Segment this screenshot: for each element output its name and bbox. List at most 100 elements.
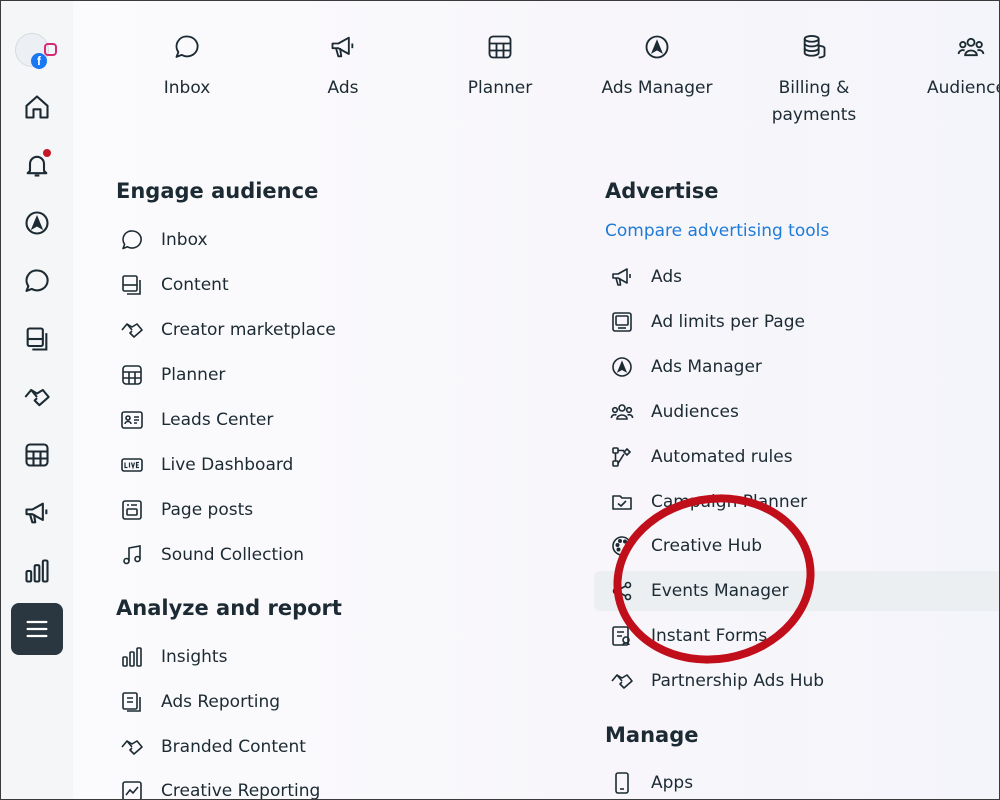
nav-home[interactable] [11, 81, 63, 133]
shortcut-inbox[interactable]: Inbox [122, 33, 252, 102]
handshake-icon [24, 388, 50, 407]
hamburger-menu-icon [26, 620, 48, 638]
contact-card-icon [121, 411, 143, 429]
menu-item-label: Creative Reporting [161, 781, 321, 800]
nav-creator-marketplace[interactable] [11, 371, 63, 423]
nav-insights[interactable] [11, 545, 63, 597]
section-title-manage: Manage [605, 723, 699, 747]
menu-item-campaign-planner[interactable]: Campaign Planner [609, 482, 807, 522]
menu-item-label: Creator marketplace [161, 320, 336, 340]
notification-badge [43, 149, 51, 157]
menu-item-content[interactable]: Content [119, 265, 229, 305]
menu-item-ads-manager[interactable]: Ads Manager [609, 347, 762, 387]
menu-item-ads[interactable]: Ads [609, 257, 682, 297]
shortcut-label: Audience [927, 78, 1000, 98]
menu-item-ad-limits[interactable]: Ad limits per Page [609, 302, 805, 342]
chat-bubble-icon [122, 230, 142, 250]
calendar-grid-icon [122, 365, 142, 385]
shortcut-label: Billing & payments [771, 78, 857, 125]
megaphone-icon [331, 36, 354, 58]
menu-item-label: Planner [161, 365, 226, 385]
menu-item-partnership-ads-hub[interactable]: Partnership Ads Hub [609, 661, 824, 701]
handshake-icon [611, 674, 633, 689]
menu-item-label: Sound Collection [161, 545, 305, 565]
menu-item-label: Instant Forms [651, 626, 768, 646]
menu-item-creative-hub[interactable]: Creative Hub [609, 526, 762, 566]
menu-item-automated-rules[interactable]: Automated rules [609, 437, 793, 477]
shortcut-label: Ads Manager [601, 78, 713, 98]
shortcut-planner[interactable]: Planner [435, 33, 565, 102]
menu-item-inbox[interactable]: Inbox [119, 220, 208, 260]
chat-bubble-icon [175, 35, 199, 58]
shortcut-label: Inbox [163, 78, 211, 98]
compare-advertising-tools-link[interactable]: Compare advertising tools [605, 221, 829, 241]
events-nodes-icon [612, 581, 632, 601]
menu-item-label: Live Dashboard [161, 455, 294, 475]
left-nav-rail: f [1, 1, 73, 799]
post-document-icon [122, 500, 142, 520]
menu-item-branded-content[interactable]: Branded Content [119, 727, 306, 767]
chat-bubble-icon [25, 269, 49, 292]
menu-item-insights[interactable]: Insights [119, 637, 227, 677]
menu-item-creative-reporting[interactable]: Creative Reporting [119, 771, 321, 800]
nav-notifications[interactable] [11, 139, 63, 191]
ads-manager-icon [25, 211, 49, 235]
menu-item-page-posts[interactable]: Page posts [119, 490, 253, 530]
shortcut-ads-manager[interactable]: Ads Manager [592, 33, 722, 102]
megaphone-icon [612, 268, 631, 286]
menu-item-label: Campaign Planner [651, 492, 808, 512]
menu-item-planner[interactable]: Planner [119, 355, 225, 395]
coins-stack-icon [803, 34, 826, 59]
section-title-engage: Engage audience [116, 179, 319, 203]
content-pages-icon [26, 327, 48, 351]
menu-item-sound-collection[interactable]: Sound Collection [119, 535, 304, 575]
shortcut-ads[interactable]: Ads [278, 33, 408, 102]
menu-item-label: Inbox [161, 230, 208, 250]
bar-chart-icon [122, 647, 142, 667]
business-suite-all-tools-page: f Inbox Ads Planner Ads Manager Billing … [0, 0, 1000, 800]
facebook-logo-icon: f [31, 53, 47, 69]
calendar-grid-icon [488, 35, 512, 59]
handshake-icon [121, 740, 143, 755]
shortcut-audience[interactable]: Audience [907, 33, 1000, 102]
ads-manager-icon [645, 35, 669, 59]
people-group-icon [957, 37, 985, 57]
shortcut-label: Planner [467, 78, 533, 98]
live-badge-icon [121, 458, 143, 472]
menu-item-label: Ad limits per Page [651, 312, 805, 332]
nav-ads[interactable] [11, 487, 63, 539]
nav-planner[interactable] [11, 429, 63, 481]
menu-item-ads-reporting[interactable]: Ads Reporting [119, 682, 280, 722]
menu-item-events-manager[interactable]: Events Manager [609, 571, 788, 611]
image-chart-icon [122, 781, 142, 799]
nav-all-tools[interactable] [11, 603, 63, 655]
menu-item-instant-forms[interactable]: Instant Forms [609, 616, 767, 656]
megaphone-icon [25, 502, 48, 524]
nav-content[interactable] [11, 313, 63, 365]
people-group-icon [610, 404, 634, 420]
menu-item-live-dashboard[interactable]: Live Dashboard [119, 445, 293, 485]
bar-chart-icon [25, 559, 49, 583]
menu-item-label: Insights [161, 647, 228, 667]
account-switcher[interactable]: f [13, 29, 59, 73]
shortcut-billing[interactable]: Billing & payments [749, 33, 879, 129]
nav-ads-manager[interactable] [11, 197, 63, 249]
menu-item-label: Automated rules [651, 447, 793, 467]
monitor-icon [612, 312, 632, 332]
menu-item-label: Branded Content [161, 737, 306, 757]
menu-item-apps[interactable]: Apps [609, 763, 694, 799]
menu-item-creator-marketplace[interactable]: Creator marketplace [119, 310, 336, 350]
home-icon [25, 95, 49, 119]
instagram-logo-icon [44, 43, 57, 56]
menu-item-label: Partnership Ads Hub [651, 671, 825, 691]
ads-manager-icon [612, 357, 632, 377]
menu-item-label: Ads Manager [651, 357, 762, 377]
menu-item-leads-center[interactable]: Leads Center [119, 400, 273, 440]
form-document-icon [612, 626, 630, 646]
nav-inbox[interactable] [11, 255, 63, 307]
menu-item-label: Content [161, 275, 229, 295]
report-pages-icon [122, 692, 141, 712]
menu-item-audiences[interactable]: Audiences [609, 392, 739, 432]
calendar-grid-icon [25, 443, 49, 467]
menu-item-label: Apps [651, 773, 694, 793]
